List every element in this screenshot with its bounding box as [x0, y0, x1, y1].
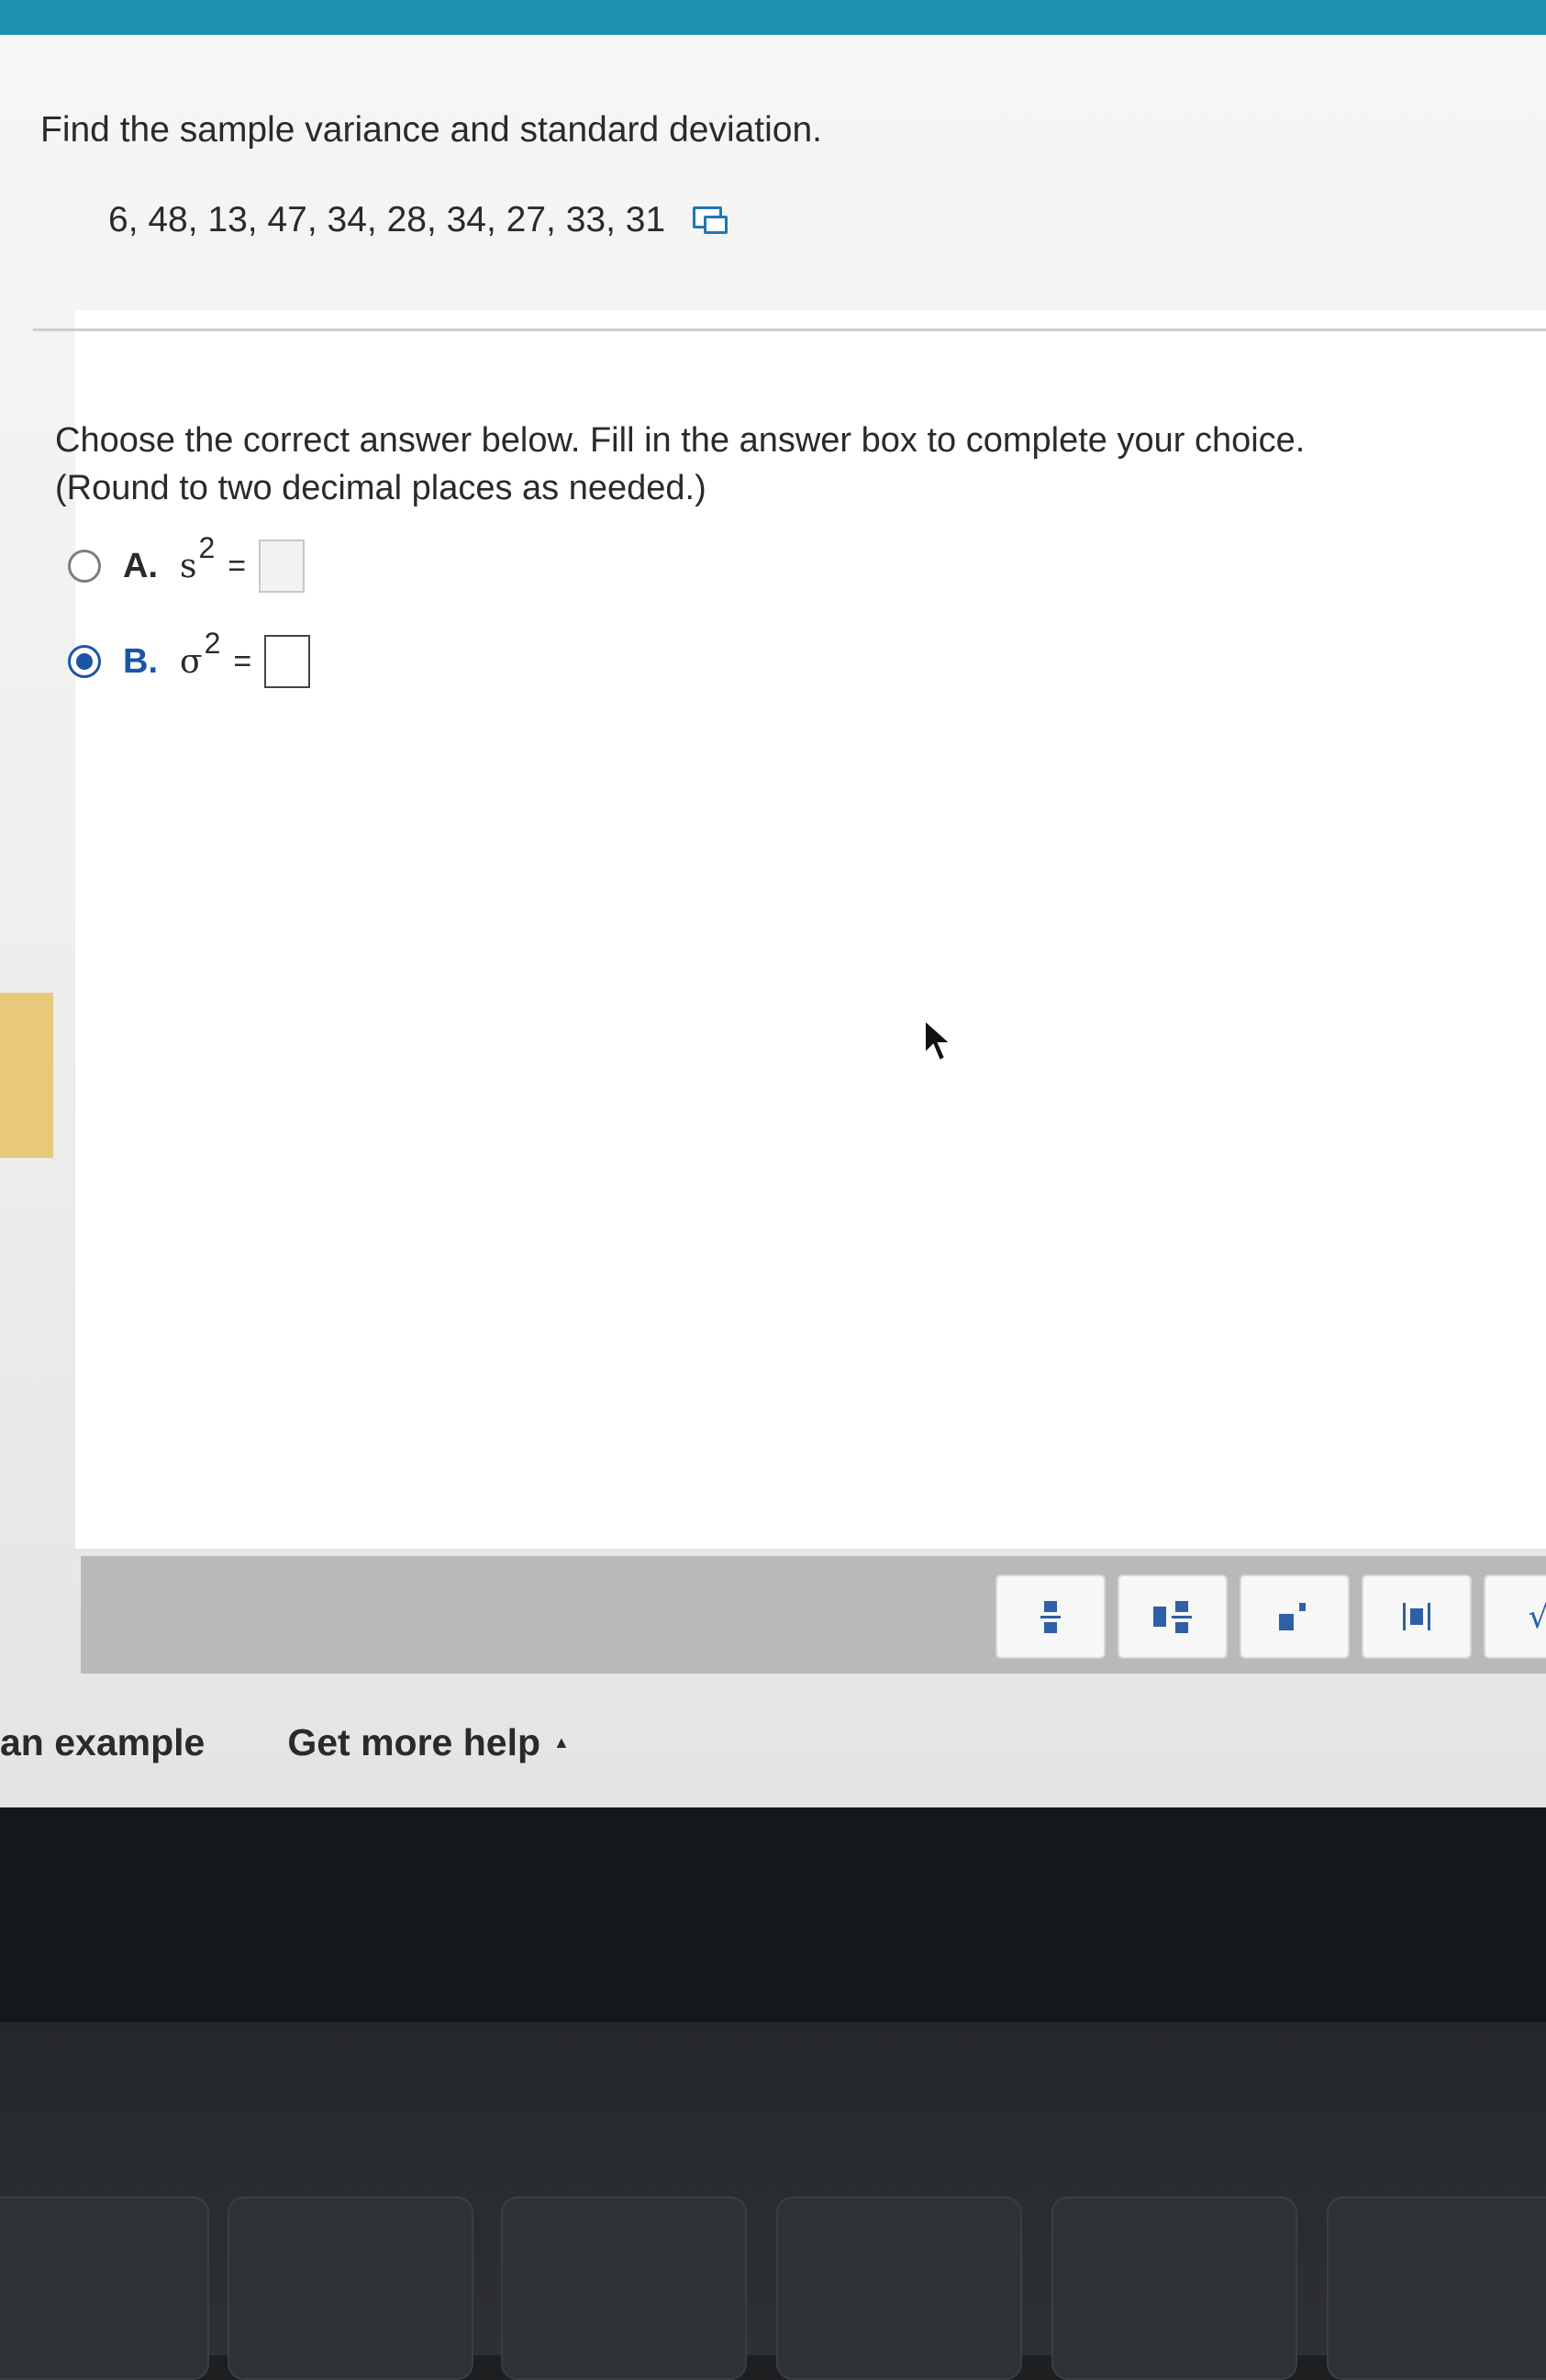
option-b-equals: =	[233, 643, 252, 679]
math-toolbar: √	[81, 1556, 1546, 1674]
side-panel-tab[interactable]	[0, 993, 53, 1158]
option-a-answer-box[interactable]	[259, 539, 306, 593]
square-root-icon: √	[1528, 1597, 1546, 1636]
view-example-link[interactable]: an example	[0, 1721, 205, 1764]
browser-screen: Find the sample variance and standard de…	[0, 35, 1546, 1807]
data-values-row: 6, 48, 13, 47, 34, 28, 34, 27, 33, 31	[108, 200, 729, 240]
option-b-letter: B.	[123, 641, 158, 681]
top-header-bar	[0, 0, 1546, 35]
keyboard-key	[1051, 2196, 1297, 2380]
option-a-equals: =	[228, 548, 247, 584]
get-more-help-label: Get more help	[287, 1721, 541, 1763]
keyboard-key	[501, 2196, 747, 2380]
question-title: Find the sample variance and standard de…	[40, 110, 823, 150]
copy-data-icon[interactable]	[693, 206, 729, 234]
option-b-symbol: σ	[180, 642, 203, 681]
instructions-line-1: Choose the correct answer below. Fill in…	[55, 421, 1306, 460]
option-b[interactable]: B. σ 2 =	[68, 627, 311, 688]
square-root-button[interactable]: √	[1484, 1574, 1546, 1659]
fraction-icon	[1040, 1600, 1061, 1633]
option-a-radio[interactable]	[68, 550, 101, 583]
option-a-symbol: s	[180, 547, 197, 585]
option-a[interactable]: A. s 2 =	[68, 531, 306, 593]
option-a-letter: A.	[123, 546, 158, 585]
instructions-line-2: (Round to two decimal places as needed.)	[55, 469, 706, 507]
help-bar: an example Get more help ▲	[0, 1721, 570, 1764]
option-b-superscript: 2	[204, 626, 221, 660]
keyboard-key	[0, 2196, 209, 2380]
question-divider	[33, 328, 1546, 331]
absolute-value-icon	[1403, 1603, 1430, 1630]
keyboard-key	[1327, 2196, 1546, 2380]
fraction-button[interactable]	[995, 1574, 1106, 1659]
keyboard-key	[776, 2196, 1022, 2380]
data-values: 6, 48, 13, 47, 34, 28, 34, 27, 33, 31	[108, 200, 666, 239]
keyboard-key	[228, 2196, 473, 2380]
exponent-button[interactable]	[1240, 1574, 1350, 1659]
laptop-bezel	[0, 1807, 1546, 2022]
option-b-radio[interactable]	[68, 645, 101, 678]
mixed-number-icon	[1153, 1600, 1192, 1633]
option-a-superscript: 2	[198, 530, 216, 564]
absolute-value-button[interactable]	[1362, 1574, 1472, 1659]
mixed-number-button[interactable]	[1118, 1574, 1228, 1659]
mouse-pointer-icon	[924, 1018, 953, 1062]
get-more-help-button[interactable]: Get more help ▲	[287, 1721, 570, 1764]
caret-up-icon: ▲	[553, 1733, 570, 1752]
exponent-icon	[1279, 1603, 1310, 1630]
option-b-answer-box[interactable]	[264, 635, 311, 688]
laptop-keyboard	[0, 2022, 1546, 2380]
instructions: Choose the correct answer below. Fill in…	[55, 417, 1305, 512]
